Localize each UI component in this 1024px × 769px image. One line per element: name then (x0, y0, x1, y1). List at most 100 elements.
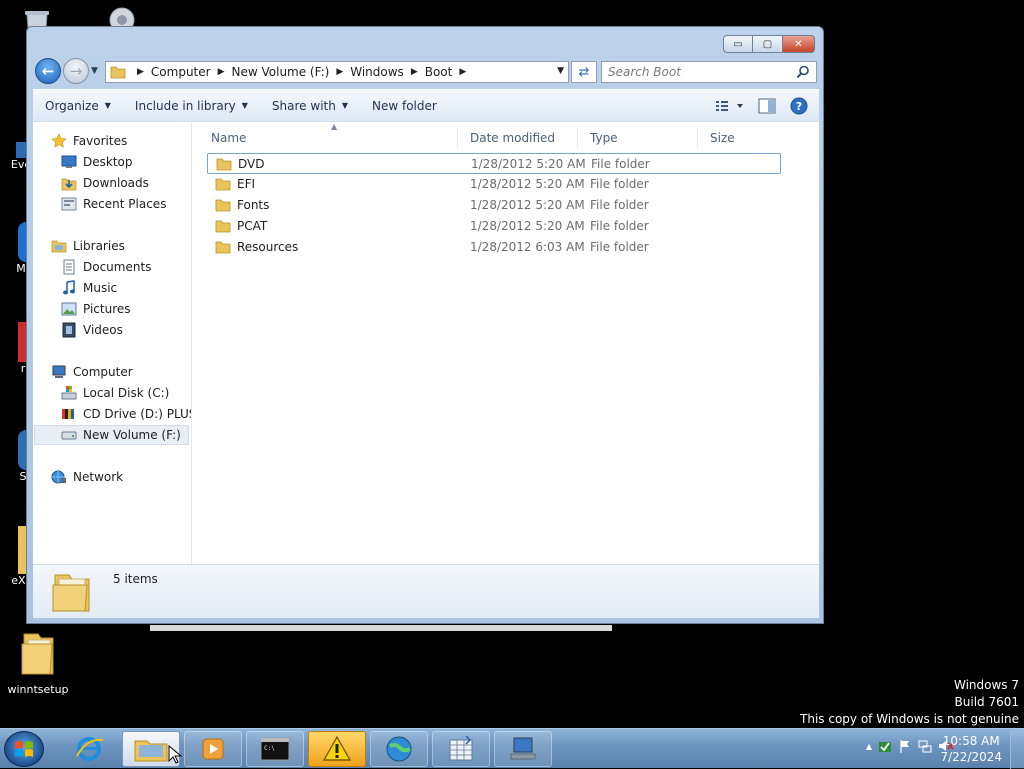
include-in-library-menu[interactable]: Include in library ▼ (123, 90, 260, 121)
forward-button[interactable]: → (63, 58, 89, 84)
search-input[interactable] (608, 65, 796, 79)
column-header-size[interactable]: Size (697, 128, 777, 148)
back-button[interactable]: ← (35, 58, 61, 84)
address-bar[interactable]: ▶ Computer ▶ New Volume (F:) ▶ Windows ▶ Bo… (105, 61, 569, 83)
breadcrumb-separator[interactable]: ▶ (130, 67, 151, 77)
clock-time: 10:58 AM (942, 734, 1000, 748)
breadcrumb-computer[interactable]: Computer ▶ (151, 65, 232, 79)
watermark-build: Build 7601 (954, 695, 1019, 709)
clock[interactable]: 10:58 AM 7/22/2024 (940, 733, 1002, 765)
file-date: 1/28/2012 5:20 AM (470, 219, 585, 233)
breadcrumb-windows[interactable]: Windows ▶ (350, 65, 425, 79)
refresh-button[interactable]: ⇄ (571, 61, 597, 83)
nav-documents[interactable]: Documents (61, 257, 151, 277)
horizontal-scrollbar[interactable] (150, 625, 612, 631)
windows-logo-icon (15, 741, 33, 757)
nav-favorites[interactable]: Favorites (51, 131, 127, 151)
action-center-flag-icon[interactable] (898, 739, 912, 753)
nav-label: Music (83, 281, 118, 295)
caption-buttons: ▭ ▢ ✕ (723, 35, 815, 53)
taskbar-calculator[interactable] (432, 731, 490, 767)
file-date: 1/28/2012 6:03 AM (470, 240, 585, 254)
new-folder-button[interactable]: New folder (360, 90, 449, 121)
preview-pane-button[interactable] (755, 95, 779, 117)
nav-label: Libraries (73, 239, 125, 253)
file-name-cell: Resources (215, 240, 298, 254)
share-with-menu[interactable]: Share with ▼ (260, 90, 360, 121)
nav-downloads[interactable]: Downloads (61, 173, 149, 193)
file-list[interactable]: ▲ Name Date modified Type Size DVD 1/28/… (193, 122, 819, 565)
nav-computer[interactable]: Computer (51, 362, 133, 382)
file-name: Fonts (237, 198, 270, 212)
nav-new-volume-f[interactable]: New Volume (F:) (34, 425, 189, 445)
column-header-date-modified[interactable]: Date modified (457, 128, 577, 148)
network-status-icon[interactable] (918, 739, 932, 753)
nav-recent-places[interactable]: Recent Places (61, 194, 166, 214)
start-button[interactable] (4, 731, 44, 767)
item-count: 5 items (113, 572, 158, 586)
taskbar-warning-app[interactable] (308, 731, 366, 767)
change-view-button[interactable] (713, 95, 747, 117)
taskbar-internet-explorer[interactable] (60, 731, 118, 767)
music-icon (61, 280, 77, 296)
help-button[interactable]: ? (787, 95, 811, 117)
drive-icon (61, 427, 77, 443)
address-history-dropdown[interactable]: ▼ (557, 66, 564, 76)
nav-videos[interactable]: Videos (61, 320, 123, 340)
file-type: File folder (591, 157, 650, 171)
nav-cd-drive-d[interactable]: CD Drive (D:) PLUS9 (61, 404, 191, 424)
computer-icon (51, 364, 67, 380)
organize-menu[interactable]: Organize ▼ (33, 90, 123, 121)
breadcrumb-label: New Volume (F:) (231, 65, 330, 79)
maximize-button[interactable]: ▢ (753, 35, 783, 53)
chevron-right-icon[interactable]: ▶ (459, 67, 466, 77)
table-row[interactable]: EFI 1/28/2012 5:20 AM File folder (207, 174, 781, 195)
chevron-down-icon: ▼ (104, 101, 111, 110)
search-box[interactable] (601, 61, 817, 83)
table-row[interactable]: Fonts 1/28/2012 5:20 AM File folder (207, 195, 781, 216)
star-icon (51, 133, 67, 149)
nav-libraries[interactable]: Libraries (51, 236, 125, 256)
chevron-right-icon[interactable]: ▶ (411, 67, 418, 77)
taskbar-globe-app[interactable] (370, 731, 428, 767)
taskbar: C:\ ▲ 10:58 AM 7/22/2024 (0, 728, 1024, 769)
column-header-name[interactable]: Name (199, 128, 457, 148)
close-button[interactable]: ✕ (783, 35, 815, 53)
nav-network[interactable]: Network (51, 467, 123, 487)
folder-icon (215, 199, 231, 212)
spreadsheet-icon (449, 735, 473, 761)
preview-pane-icon (758, 98, 776, 114)
chevron-right-icon: ▶ (137, 67, 144, 77)
nav-label: Videos (83, 323, 123, 337)
desktop-icon (61, 154, 77, 170)
recent-pages-dropdown[interactable]: ▼ (91, 66, 98, 76)
breadcrumb-boot[interactable]: Boot ▶ (425, 65, 474, 79)
breadcrumb-new-volume[interactable]: New Volume (F:) ▶ (232, 65, 351, 79)
nav-music[interactable]: Music (61, 278, 117, 298)
taskbar-network-app[interactable] (494, 731, 552, 767)
navigation-pane[interactable]: Favorites Desktop Downloads Recent Place… (33, 122, 192, 565)
table-row[interactable]: Resources 1/28/2012 6:03 AM File folder (207, 237, 781, 258)
svg-text:C:\: C:\ (264, 745, 275, 752)
table-row[interactable]: DVD 1/28/2012 5:20 AM File folder (207, 153, 781, 174)
show-desktop-button[interactable] (1010, 729, 1024, 769)
taskbar-command-prompt[interactable]: C:\ (246, 731, 304, 767)
activation-watermark: Windows 7 Build 7601 This copy of Window… (800, 677, 1019, 728)
documents-icon (61, 259, 77, 275)
explorer-window[interactable]: ▭ ▢ ✕ ← → ▼ ▶ Computer ▶ New Volume (F:) ▶… (26, 26, 824, 624)
table-row[interactable]: PCAT 1/28/2012 5:20 AM File folder (207, 216, 781, 237)
chevron-right-icon[interactable]: ▶ (218, 67, 225, 77)
security-check-icon[interactable] (878, 739, 892, 753)
taskbar-media-player[interactable] (184, 731, 242, 767)
watermark-os: Windows 7 (953, 678, 1019, 692)
nav-local-disk-c[interactable]: Local Disk (C:) (61, 383, 169, 403)
show-hidden-icons-button[interactable]: ▲ (866, 742, 872, 751)
chevron-right-icon[interactable]: ▶ (336, 67, 343, 77)
nav-desktop[interactable]: Desktop (61, 152, 133, 172)
column-header-type[interactable]: Type (577, 128, 697, 148)
nav-pictures[interactable]: Pictures (61, 299, 131, 319)
nav-label: Downloads (83, 176, 149, 190)
winntsetup-desktop-icon[interactable]: winntsetup (3, 628, 73, 696)
nav-label: New Volume (F:) (83, 428, 181, 442)
minimize-button[interactable]: ▭ (723, 35, 753, 53)
